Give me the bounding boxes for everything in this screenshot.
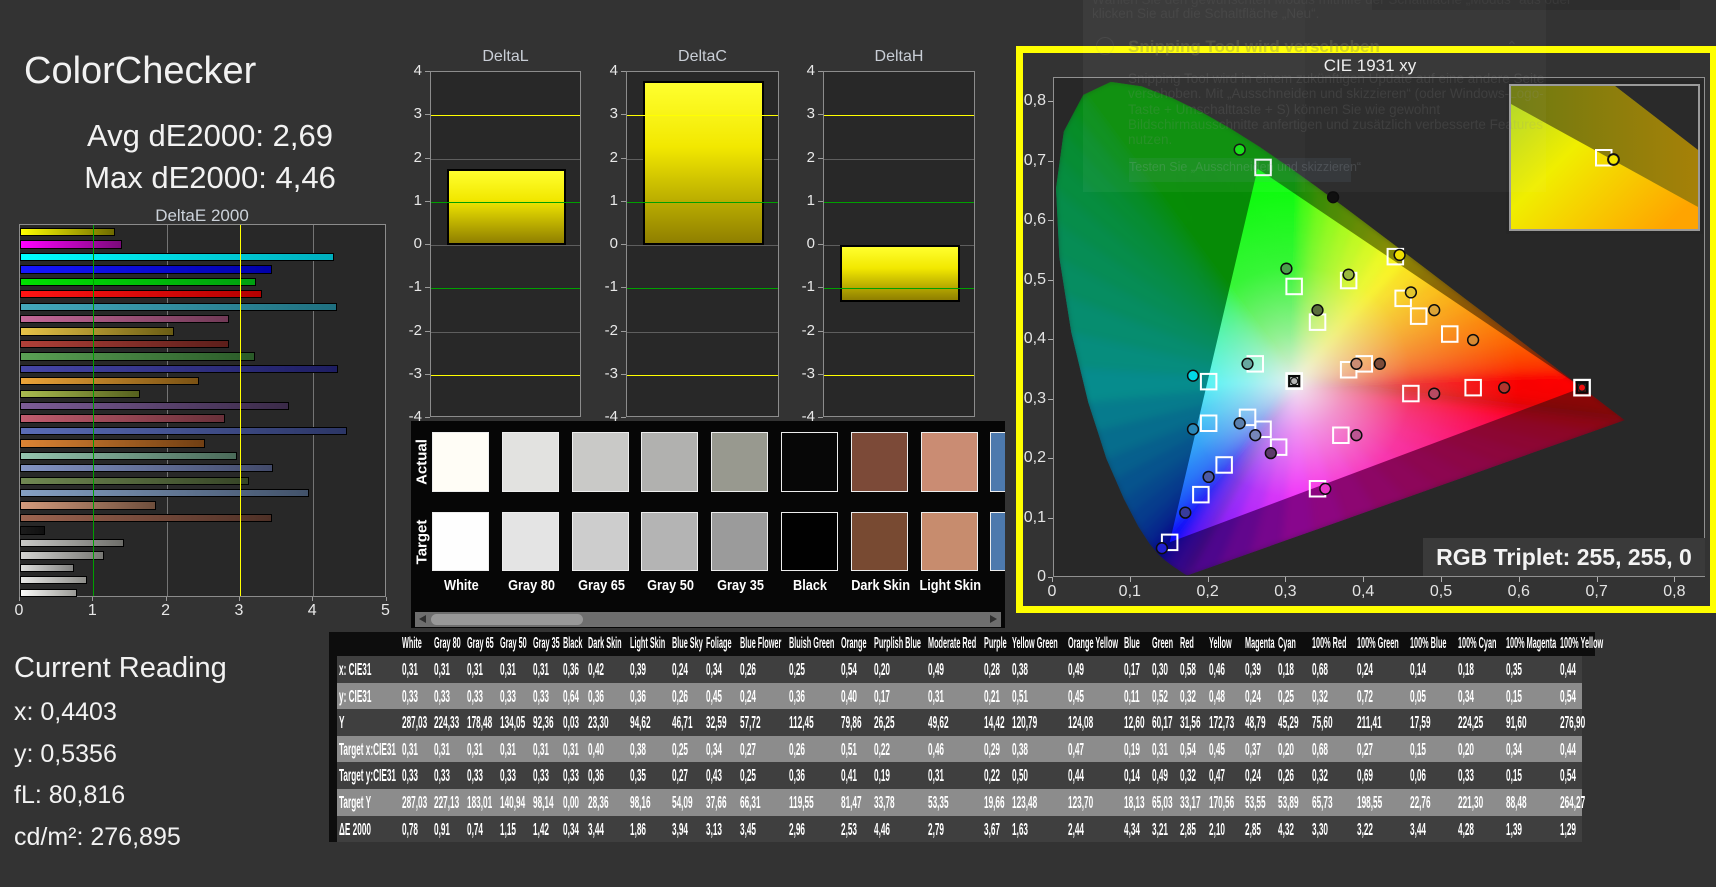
svg-text:Actual: Actual [414, 439, 431, 485]
svg-text:RGB Triplet: 255, 255, 0: RGB Triplet: 255, 255, 0 [1436, 544, 1692, 570]
svg-text:Target: Target [414, 520, 431, 565]
